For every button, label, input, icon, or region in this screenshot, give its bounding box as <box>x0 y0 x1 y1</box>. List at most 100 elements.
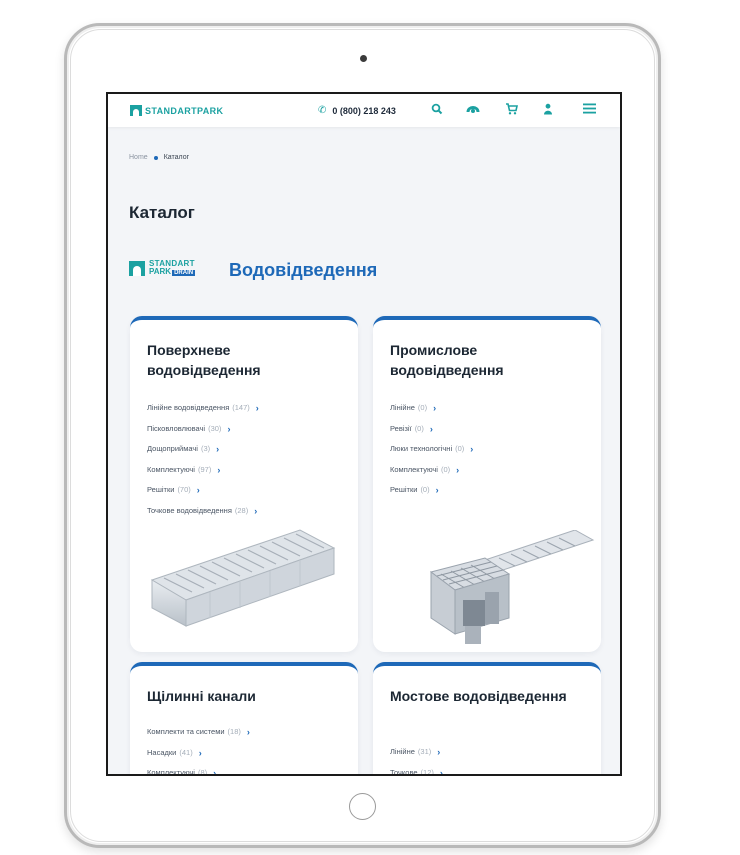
breadcrumb-current: Каталог <box>163 154 190 161</box>
chevron-right-icon: › <box>246 727 250 738</box>
list-item[interactable]: Точкове (12) › <box>390 763 443 776</box>
list-item[interactable]: Комплектуючі (8) › <box>147 763 250 776</box>
site-logo[interactable]: STANDARTPARK <box>130 105 223 116</box>
item-count: (147) <box>232 403 250 413</box>
item-count: (30) <box>208 423 222 433</box>
item-count: (41) <box>179 747 193 757</box>
camera-icon <box>360 55 367 62</box>
chevron-right-icon: › <box>470 444 474 455</box>
item-label: Лінійне <box>390 403 415 413</box>
item-count: (12) <box>420 767 434 776</box>
chevron-right-icon: › <box>429 423 433 434</box>
logo-mark-icon <box>130 105 142 116</box>
list-item[interactable]: Пісковловлювачі (30) › <box>147 419 259 440</box>
item-label: Лінійне водовідведення <box>147 403 230 413</box>
chevron-right-icon: › <box>227 423 231 434</box>
brand-line-2: PARK <box>149 267 172 276</box>
card-title[interactable]: Щілинні канали <box>147 686 337 706</box>
item-count: (31) <box>417 747 432 757</box>
user-icon[interactable] <box>541 103 555 117</box>
phone-link[interactable]: ✆ 0 (800) 218 243 <box>318 105 396 116</box>
category-card-slot-channels[interactable]: Щілинні канали Комплекти та системи (18) ›… <box>130 662 358 776</box>
item-label: Дощоприймачі <box>147 444 198 454</box>
chevron-right-icon: › <box>435 485 439 496</box>
breadcrumb: Home Каталог <box>129 154 189 161</box>
list-item[interactable]: Лінійне (0) › <box>390 398 473 419</box>
item-count: (18) <box>227 727 241 737</box>
item-count: (97) <box>197 464 212 474</box>
menu-icon[interactable] <box>582 103 596 117</box>
list-item[interactable]: Лінійне (31) › <box>390 742 443 763</box>
item-label: Точкове <box>390 767 418 776</box>
chevron-right-icon: › <box>254 505 258 516</box>
card-subcategory-list: Лінійне (0) › Ревізії (0) › Люки технологічн… <box>390 398 473 501</box>
chevron-right-icon: › <box>456 464 460 475</box>
list-item[interactable]: Решітки (0) › <box>390 480 473 501</box>
chevron-right-icon: › <box>196 485 200 496</box>
list-item[interactable]: Решітки (70) › <box>147 480 259 501</box>
category-card-surface[interactable]: Поверхневе водовідведення Лінійне водові… <box>130 316 358 652</box>
item-count: (28) <box>234 505 249 515</box>
item-count: (0) <box>417 403 428 413</box>
list-item[interactable]: Комплектуючі (0) › <box>390 460 473 481</box>
cart-icon[interactable] <box>504 103 518 117</box>
list-item[interactable]: Комплектуючі (97) › <box>147 460 259 481</box>
chevron-right-icon: › <box>433 403 437 414</box>
item-label: Люки технологічні <box>390 444 453 454</box>
item-label: Комплектуючі <box>147 464 195 474</box>
brand-tag: DRAIN <box>172 270 196 276</box>
screen: STANDARTPARK ✆ 0 (800) 218 243 Home Ката… <box>106 92 622 776</box>
logo-text: STANDARTPARK <box>145 105 224 116</box>
item-count: (0) <box>440 464 451 474</box>
item-label: Точкове водовідведення <box>147 505 232 515</box>
item-count: (70) <box>177 485 191 495</box>
industrial-drain-image <box>429 530 595 644</box>
list-item[interactable]: Комплекти та системи (18) › <box>147 722 250 743</box>
card-title[interactable]: Промислове водовідведення <box>390 340 580 380</box>
brand-mark-icon <box>129 261 145 276</box>
list-item[interactable]: Лінійне водовідведення (147) › <box>147 398 259 419</box>
item-label: Насадки <box>147 747 177 757</box>
card-subcategory-list: Лінійне (31) › Точкове (12) › <box>390 742 443 776</box>
list-item[interactable]: Точкове водовідведення (28) › <box>147 501 259 522</box>
list-item[interactable]: Люки технологічні (0) › <box>390 439 473 460</box>
breadcrumb-home[interactable]: Home <box>129 154 148 161</box>
chevron-right-icon: › <box>439 767 443 776</box>
item-count: (0) <box>414 423 424 433</box>
search-icon[interactable] <box>430 103 444 117</box>
chevron-right-icon: › <box>213 768 217 776</box>
drain-icon[interactable] <box>466 103 480 117</box>
page-title: Каталог <box>129 203 195 222</box>
item-label: Лінійне <box>390 747 415 757</box>
list-item[interactable]: Насадки (41) › <box>147 743 250 764</box>
item-count: (0) <box>455 444 465 454</box>
item-count: (3) <box>200 444 211 454</box>
item-label: Комплектуючі <box>390 464 438 474</box>
chevron-right-icon: › <box>217 464 221 475</box>
category-card-industrial[interactable]: Промислове водовідведення Лінійне (0) › Ре… <box>373 316 601 652</box>
category-card-bridge[interactable]: Мостове водовідведення Лінійне (31) › Точк… <box>373 662 601 776</box>
drain-brand-logo: STANDART PARK DRAIN <box>129 260 196 277</box>
phone-number: 0 (800) 218 243 <box>332 105 396 116</box>
chevron-right-icon: › <box>216 444 220 455</box>
item-count: (8) <box>197 768 208 776</box>
item-label: Ревізії <box>390 423 412 433</box>
item-label: Решітки <box>390 485 418 495</box>
site-header: STANDARTPARK ✆ 0 (800) 218 243 <box>108 94 620 127</box>
chevron-right-icon: › <box>198 747 202 758</box>
card-title[interactable]: Мостове водовідведення <box>390 686 580 706</box>
card-subcategory-list: Лінійне водовідведення (147) › Пісковловлю… <box>147 398 259 521</box>
home-button[interactable] <box>349 793 376 820</box>
item-label: Решітки <box>147 485 175 495</box>
section-title[interactable]: Водовідведення <box>229 260 377 281</box>
list-item[interactable]: Дощоприймачі (3) › <box>147 439 259 460</box>
item-label: Пісковловлювачі <box>147 423 206 433</box>
chevron-right-icon: › <box>255 403 259 414</box>
card-subcategory-list: Комплекти та системи (18) › Насадки (41) › К… <box>147 722 250 776</box>
phone-icon: ✆ <box>318 105 327 116</box>
item-label: Комплектуючі <box>147 768 195 776</box>
list-item[interactable]: Ревізії (0) › <box>390 419 473 440</box>
chevron-right-icon: › <box>437 747 441 758</box>
card-title[interactable]: Поверхневе водовідведення <box>147 340 337 380</box>
item-count: (0) <box>420 485 430 495</box>
